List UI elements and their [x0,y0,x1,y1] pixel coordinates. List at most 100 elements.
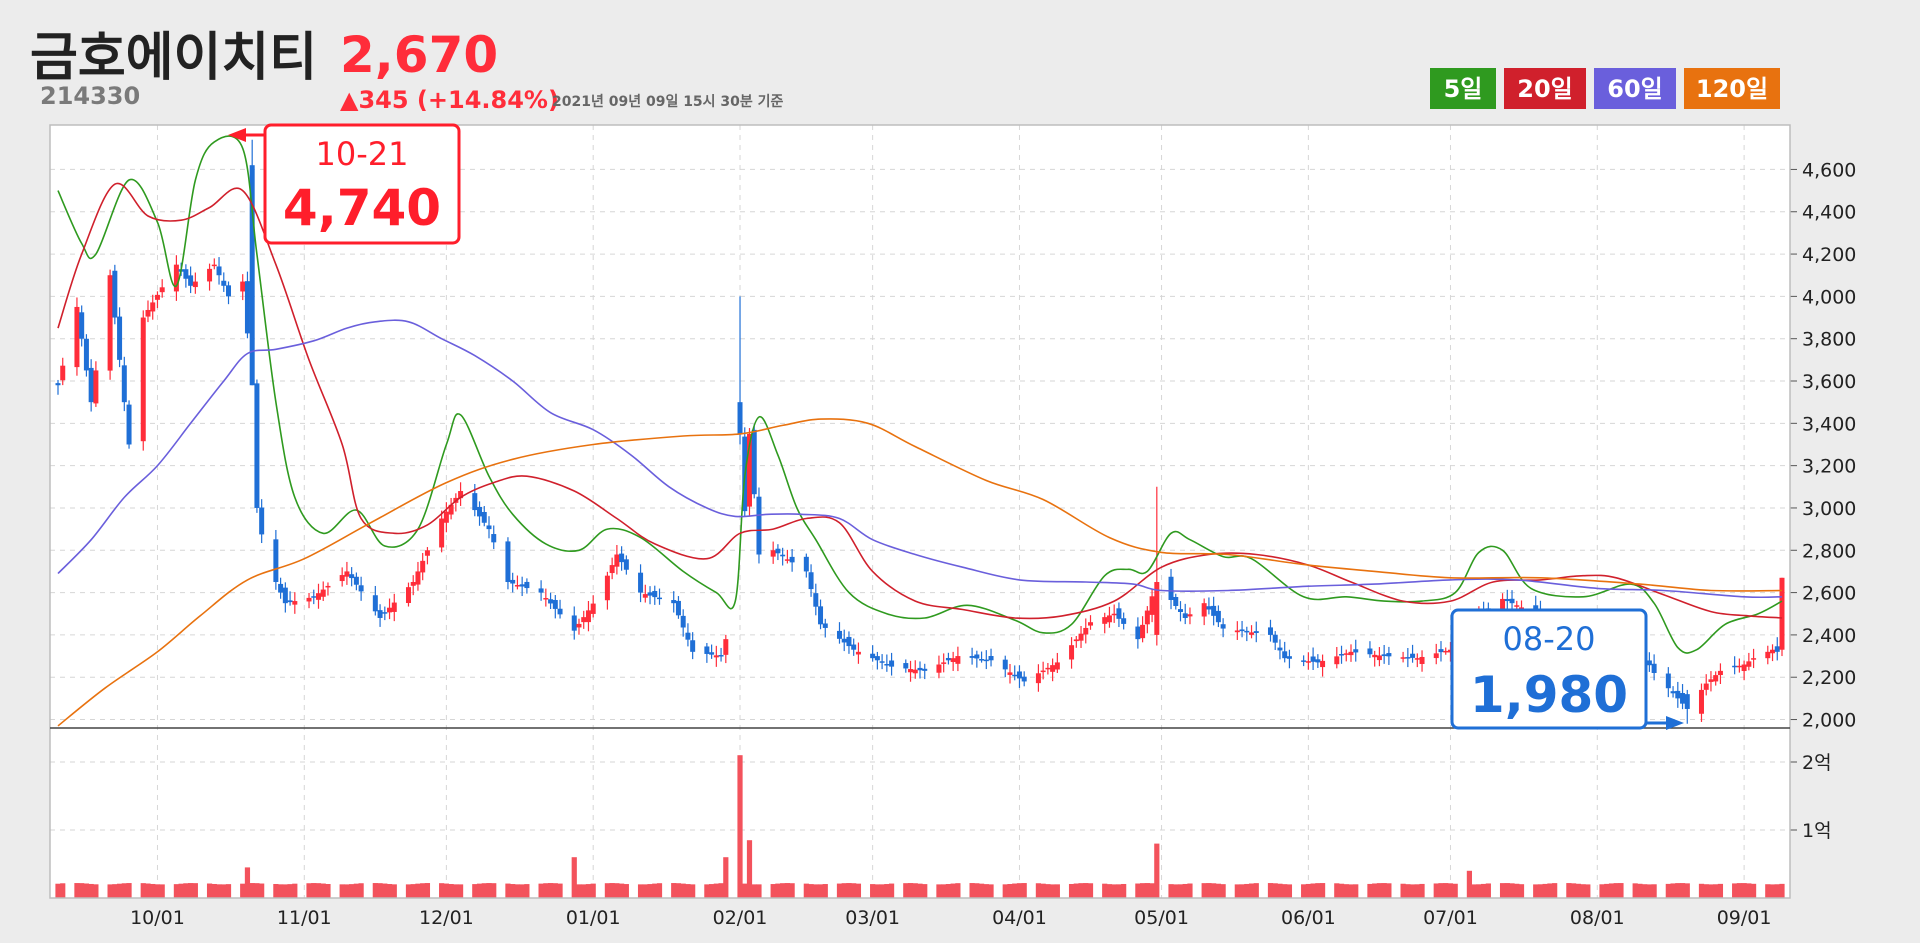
candle-body [1116,608,1122,619]
volume-bar [1012,883,1018,898]
volume-bar [1746,883,1752,898]
volume-bar [1386,883,1392,898]
candle-body [879,661,885,663]
candle-body [1670,691,1676,694]
volume-bar [188,883,194,898]
candle-body [325,585,331,588]
candle-body [221,280,227,286]
candle-body [1301,660,1307,662]
volume-bar [154,884,161,898]
candle-body [1315,659,1321,663]
volume-tick-label-1: 1억 [1802,820,1832,842]
volume-bar [879,884,885,898]
candle-body [1054,662,1060,670]
volume-bar [453,884,459,898]
volume-bar [609,883,615,898]
candle-body [988,656,994,661]
volume-bar [1599,884,1605,898]
candle-body [822,623,828,628]
volume-bar [623,884,629,898]
volume-bar [974,883,980,898]
volume-bar [1083,883,1089,898]
candle-body [675,600,681,616]
price-axis: 4,600 4,400 4,200 4,000 3,800 3,600 3,400 3,200… [1790,159,1856,732]
price-tick-label-13: 2,000 [1802,710,1856,732]
candle-body [1732,665,1738,668]
volume-bar [1542,883,1548,898]
volume-bar [391,884,397,898]
volume-bar [756,884,762,898]
volume-bar [922,884,928,898]
candle-body [240,281,246,292]
volume-bar [1253,883,1259,898]
candle-body [751,429,757,495]
legend-label-1: 20일 [1517,75,1572,103]
legend-label-0: 5일 [1444,75,1483,103]
volume-bar [1732,883,1738,898]
volume-bar [1518,884,1525,898]
candle-body [922,668,928,671]
candle-body [1182,613,1188,618]
volume-bar [1054,884,1060,898]
volume-bar [1376,883,1383,898]
volume-bar [145,883,151,898]
volume-bar [936,884,942,898]
volume-bar [1206,883,1212,898]
candle-body [950,658,956,663]
volume-bar [140,883,146,898]
candle-body [609,565,615,574]
candle-body [585,610,591,623]
candle-body [789,556,795,563]
candle-body [254,383,260,508]
candle-body [1376,655,1382,661]
volume-bar [637,884,644,898]
candle-body [226,285,232,297]
volume-bar [1608,883,1615,898]
volume-bar [107,884,113,898]
volume-bar [917,883,923,898]
volume-bar [486,883,492,898]
volume-bar [1348,884,1354,898]
volume-bar [1779,883,1785,898]
candle-body [391,602,397,612]
candle-body [576,623,582,628]
volume-bar [173,884,180,898]
volume-bar [1168,884,1174,898]
volume-bar [74,883,80,898]
volume-bar [742,883,748,898]
candle-body [974,654,980,659]
volume-bar [55,883,61,898]
price-tick-label-3: 4,000 [1802,286,1856,308]
volume-bar [1774,884,1780,898]
volume-bar [988,884,994,898]
candle-body [1305,661,1311,663]
candle-body [183,269,189,279]
volume-bar [1040,883,1046,898]
candle-body [770,550,776,557]
candle-body [154,294,160,300]
candle-body [1244,630,1250,633]
volume-bar [656,883,663,898]
volume-bar [1201,883,1207,898]
volume-bar [353,883,359,898]
volume-bar [1106,884,1113,898]
candle-body [145,309,151,317]
volume-bar [723,857,729,898]
volume-bar [287,884,293,898]
candle-body [936,664,942,673]
candle-body [1381,654,1387,657]
candle-body [387,607,393,613]
candle-body [1680,693,1686,704]
candle-body [1514,605,1520,607]
candle-body [1751,658,1757,660]
volume-bar [855,883,862,898]
volume-bar [907,883,914,898]
volume-bar [585,884,592,898]
candle-body [126,404,132,445]
volume-bar [206,883,213,898]
low-callout-value: 1,980 [1470,666,1628,724]
volume-bar [647,884,653,898]
volume-bar [1452,883,1458,898]
candle-body [756,496,762,555]
volume-bar [813,884,819,898]
